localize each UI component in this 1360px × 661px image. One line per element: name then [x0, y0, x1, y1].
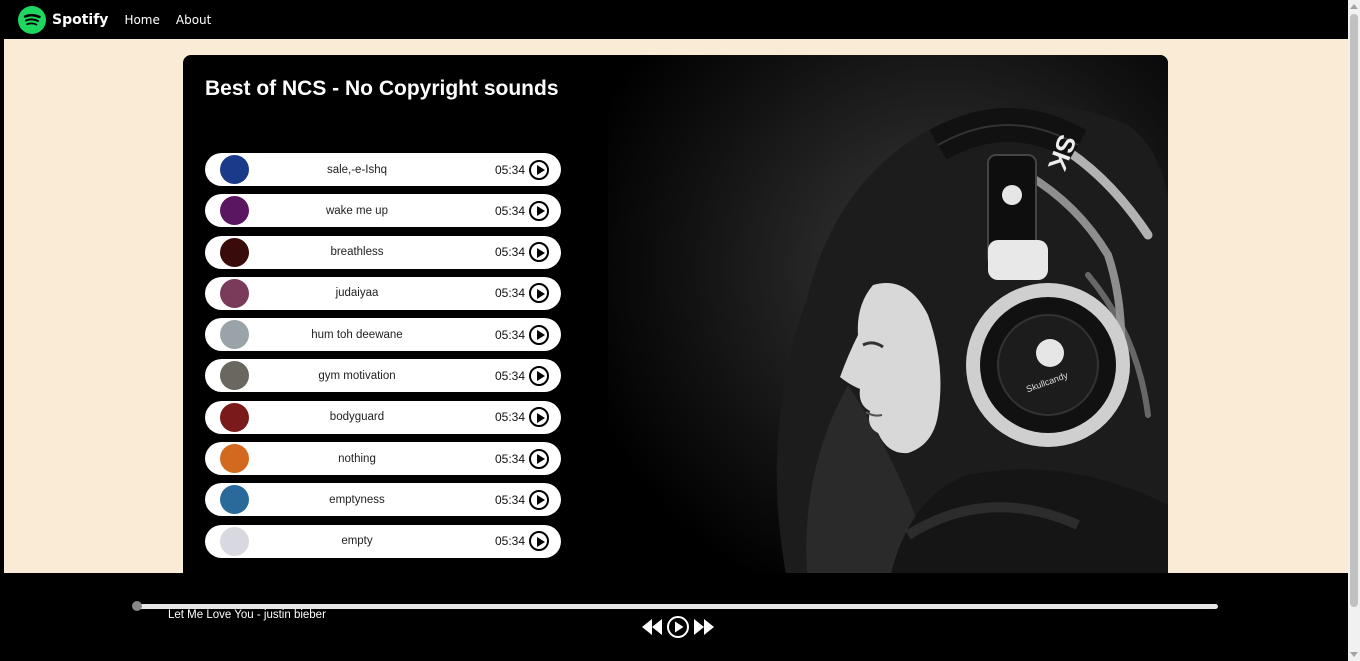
- song-cover: [220, 485, 249, 515]
- song-duration: 05:34: [494, 492, 525, 507]
- brand-name: Spotify: [52, 11, 109, 28]
- song-item[interactable]: gym motivation 05:34: [205, 359, 561, 393]
- nav-link-home[interactable]: Home: [124, 13, 159, 27]
- song-cover: [220, 444, 249, 474]
- song-cover: [220, 526, 249, 556]
- song-name: emptyness: [329, 493, 385, 506]
- song-duration: 05:34: [494, 410, 525, 425]
- scroll-up-icon[interactable]: [1350, 4, 1358, 9]
- navbar: Spotify Home About: [4, 0, 1348, 39]
- play-icon[interactable]: [529, 365, 549, 386]
- song-item[interactable]: emptyness 05:34: [205, 483, 561, 517]
- song-duration: 05:34: [494, 368, 525, 383]
- progress-thumb[interactable]: [132, 601, 142, 611]
- play-icon[interactable]: [529, 531, 549, 552]
- song-item[interactable]: wake me up 05:34: [205, 194, 561, 228]
- play-icon[interactable]: [529, 448, 549, 469]
- play-icon[interactable]: [529, 200, 549, 221]
- song-duration: 05:34: [494, 327, 525, 342]
- song-cover: [220, 196, 249, 226]
- song-name: gym motivation: [318, 369, 396, 382]
- scroll-thumb[interactable]: [1350, 14, 1358, 607]
- song-duration: 05:34: [494, 203, 525, 218]
- song-cover: [220, 402, 249, 432]
- play-pause-icon[interactable]: [666, 615, 690, 643]
- song-name: nothing: [338, 452, 376, 465]
- song-name: judaiyaa: [335, 287, 379, 300]
- play-icon[interactable]: [529, 283, 549, 304]
- brand[interactable]: Spotify: [18, 5, 109, 34]
- song-cover: [220, 320, 249, 350]
- song-name: hum toh deewane: [311, 328, 403, 341]
- next-icon[interactable]: [692, 617, 716, 641]
- playlist-title: Best of NCS - No Copyright sounds: [205, 77, 559, 100]
- song-item[interactable]: hum toh deewane 05:34: [205, 318, 561, 352]
- play-icon[interactable]: [529, 489, 549, 510]
- song-duration: 05:34: [494, 162, 525, 177]
- song-cover: [220, 155, 249, 184]
- song-duration: 05:34: [494, 451, 525, 466]
- player-controls: [640, 615, 716, 643]
- play-icon[interactable]: [529, 324, 549, 345]
- scrollbar[interactable]: [1348, 0, 1360, 661]
- song-duration: 05:34: [494, 245, 525, 260]
- play-icon[interactable]: [529, 407, 549, 428]
- hero-image: Skullcandy SK: [608, 55, 1168, 585]
- song-cover: [220, 237, 249, 267]
- spotify-logo-icon: [18, 5, 46, 34]
- song-cover: [220, 361, 249, 391]
- song-name: bodyguard: [329, 411, 385, 424]
- song-item[interactable]: empty 05:34: [205, 524, 561, 558]
- song-name: breathless: [330, 246, 384, 259]
- player-bar: Let Me Love You - justin bieber: [4, 573, 1348, 661]
- play-icon[interactable]: [529, 159, 549, 180]
- previous-icon[interactable]: [640, 617, 664, 641]
- song-name: sale,-e-Ishq: [326, 163, 388, 176]
- song-item[interactable]: judaiyaa 05:34: [205, 276, 561, 310]
- nav-link-about[interactable]: About: [176, 13, 211, 27]
- play-icon[interactable]: [529, 242, 549, 263]
- song-name: empty: [341, 535, 373, 548]
- song-duration: 05:34: [494, 286, 525, 301]
- scroll-down-icon[interactable]: [1350, 652, 1358, 657]
- song-list: sale,-e-Ishq 05:34 wake me up 05:34 brea…: [205, 153, 561, 566]
- song-cover: [220, 278, 249, 308]
- song-item[interactable]: sale,-e-Ishq 05:34: [205, 153, 561, 186]
- playlist-container: Skullcandy SK Best of NCS - No Copyright…: [183, 55, 1168, 585]
- song-item[interactable]: nothing 05:34: [205, 442, 561, 476]
- song-name: wake me up: [325, 204, 388, 217]
- now-playing-label: Let Me Love You - justin bieber: [168, 609, 326, 621]
- song-duration: 05:34: [494, 534, 525, 549]
- song-item[interactable]: breathless 05:34: [205, 235, 561, 269]
- song-item[interactable]: bodyguard 05:34: [205, 400, 561, 434]
